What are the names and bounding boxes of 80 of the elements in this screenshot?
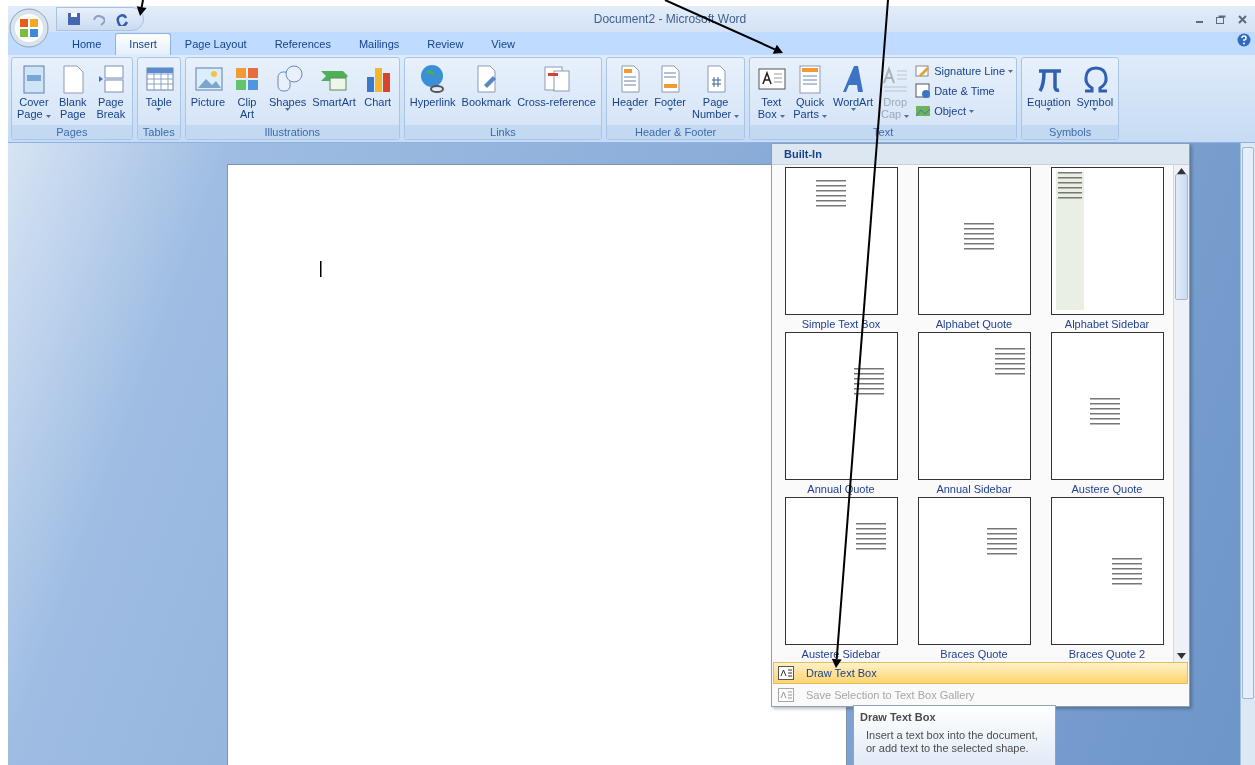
gallery-caption: Annual Sidebar <box>936 482 1012 495</box>
ribbon-button[interactable]: Blank Page <box>54 62 91 120</box>
text-preview-drawing <box>994 348 1025 375</box>
ribbon-tab[interactable]: View <box>477 33 529 55</box>
menu-item[interactable]: Draw Text Box <box>773 662 1188 684</box>
tooltip-title: Draw Text Box <box>860 711 937 723</box>
ribbon-button-icon <box>915 83 932 99</box>
text-preview-drawing <box>1089 398 1120 425</box>
text-cursor <box>320 261 322 277</box>
text-preview-drawing <box>853 368 884 395</box>
ribbon-button-icon <box>915 63 932 79</box>
ribbon-tab[interactable]: Page Layout <box>170 33 261 55</box>
annotation-arrow <box>136 0 147 16</box>
group-label: Links <box>404 125 601 139</box>
group-label: Pages <box>12 125 132 139</box>
ribbon-button[interactable]: Page Number <box>690 62 742 120</box>
text-box-preview[interactable] <box>917 332 1031 480</box>
ribbon-tab[interactable]: Mailings <box>344 33 414 55</box>
text-box-icon <box>778 666 794 680</box>
text-box-preview[interactable] <box>784 167 898 315</box>
gallery-caption: Alphabet Quote <box>935 317 1013 330</box>
gallery-heading: Built-In <box>772 144 1189 165</box>
ribbon-button[interactable]: Cover Page <box>15 62 53 120</box>
ribbon-small-button[interactable]: Date & Time <box>915 83 1014 99</box>
ribbon-button[interactable]: Clip Art <box>229 62 265 120</box>
ribbon-button[interactable]: Bookmark <box>459 62 514 108</box>
gallery-caption: Braces Quote <box>940 647 1008 660</box>
vertical-scrollbar[interactable] <box>1240 143 1255 765</box>
ribbon-button[interactable]: Hyperlink <box>407 62 458 108</box>
ribbon-button[interactable]: Shapes <box>267 62 309 111</box>
text-box-preview[interactable] <box>784 497 898 645</box>
ribbon-button[interactable]: Symbol <box>1074 62 1116 111</box>
group-label: Tables <box>137 125 180 139</box>
close-icon[interactable] <box>1238 14 1247 24</box>
ribbon-tab[interactable]: Insert <box>115 33 171 55</box>
text-box-preview[interactable] <box>917 497 1031 645</box>
ribbon-button[interactable]: Quick Parts <box>791 62 829 120</box>
gallery-caption: Alphabet Sidebar <box>1064 317 1150 330</box>
restore-icon[interactable] <box>1216 14 1226 24</box>
text-box-preview[interactable] <box>1050 167 1164 315</box>
redo-icon[interactable] <box>115 12 129 26</box>
ribbon-tab[interactable]: References <box>260 33 345 55</box>
ribbon-small-button[interactable]: Signature Line <box>915 63 1014 79</box>
ribbon-button[interactable]: Table <box>140 62 177 111</box>
group-label: Symbols <box>1022 125 1119 139</box>
text-box-preview[interactable] <box>917 167 1031 315</box>
ribbon-button[interactable]: Text Box <box>753 62 790 120</box>
gallery-scrollbar[interactable] <box>1173 165 1189 662</box>
ribbon-button[interactable]: Chart <box>359 62 396 108</box>
group-label: Illustrations <box>185 125 399 139</box>
scroll-down-icon[interactable] <box>1177 653 1186 659</box>
ribbon-tab[interactable]: Review <box>413 33 478 55</box>
scrollbar-thumb[interactable] <box>1175 174 1188 300</box>
text-preview-drawing <box>1111 558 1142 585</box>
ribbon-button[interactable]: SmartArt <box>310 62 358 108</box>
text-box-preview[interactable] <box>1050 332 1164 480</box>
ribbon-small-button[interactable]: Object <box>915 103 1014 119</box>
text-preview-drawing <box>963 223 994 250</box>
ribbon-tab[interactable]: Home <box>58 33 116 55</box>
ribbon-button[interactable]: Page Break <box>92 62 129 120</box>
text-preview-drawing <box>815 180 846 207</box>
ribbon-button[interactable]: Footer <box>652 62 689 111</box>
help-icon[interactable] <box>1237 33 1251 47</box>
ribbon-button-icon <box>915 103 932 119</box>
tooltip-text: Insert a text box into the document, or add text to the selected shape. <box>865 729 1039 755</box>
gallery-caption: Austere Quote <box>1071 482 1143 495</box>
office-button[interactable] <box>9 8 49 48</box>
text-preview-drawing <box>855 523 886 550</box>
save-icon[interactable] <box>67 12 81 26</box>
group-label: Header & Footer <box>607 125 745 139</box>
text-box-preview[interactable] <box>1050 497 1164 645</box>
text-preview-drawing <box>986 528 1017 555</box>
gallery-caption: Braces Quote 2 <box>1068 647 1146 660</box>
ribbon-button[interactable]: Picture <box>188 62 227 108</box>
ribbon-button[interactable]: Header <box>610 62 651 111</box>
ribbon-button[interactable]: Equation <box>1025 62 1073 111</box>
text-box-icon <box>778 688 794 702</box>
ribbon-button[interactable]: WordArt <box>831 62 876 111</box>
ribbon-button[interactable]: Cross-reference <box>515 62 598 108</box>
text-box-preview[interactable] <box>784 332 898 480</box>
